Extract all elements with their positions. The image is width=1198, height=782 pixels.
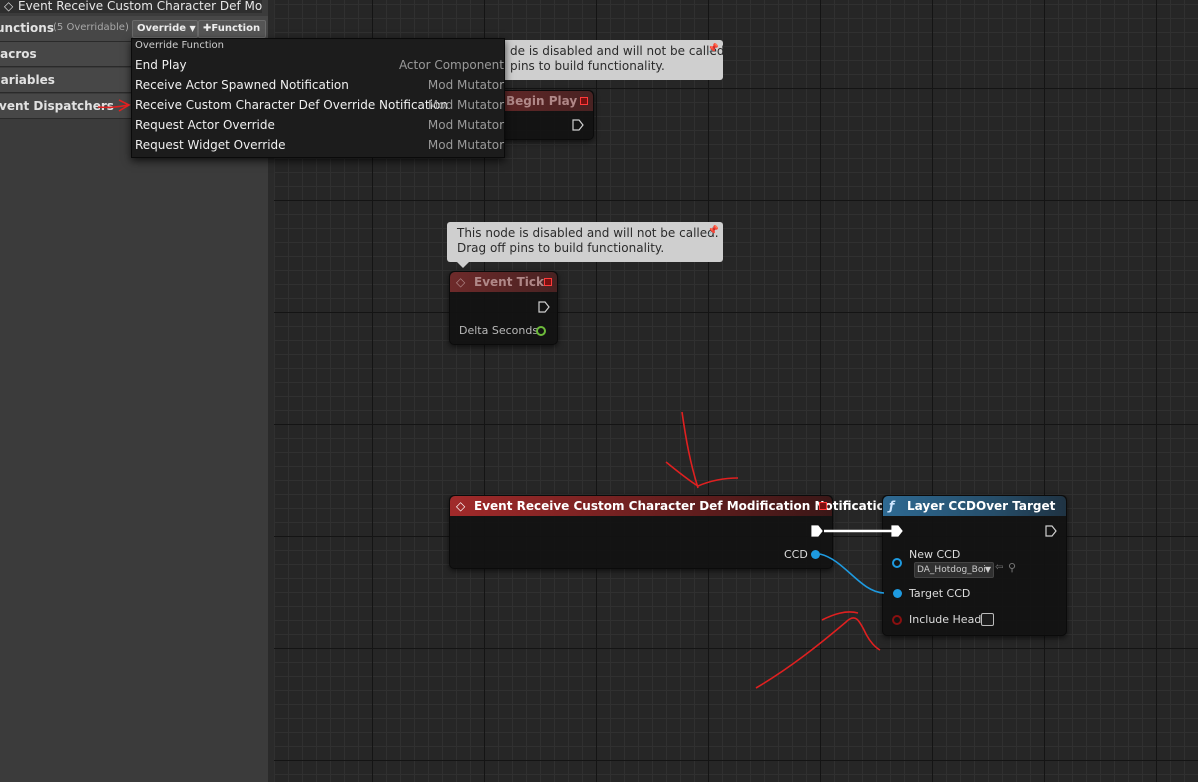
layer-ccd-title: Layer CCDOver Target [907, 499, 1056, 513]
menu-item-category: Mod Mutator [427, 78, 504, 92]
exec-out-pin[interactable] [811, 525, 823, 537]
add-function-button[interactable]: ✚Function [198, 20, 266, 38]
chevron-down-icon: ▼ [189, 24, 196, 33]
menu-item-category: Mod Mutator [427, 98, 504, 112]
begin-play-title: Begin Play [506, 94, 578, 108]
event-tick-header: ◇ Event Tick [450, 272, 557, 292]
menu-item-name: Request Actor Override [135, 118, 275, 132]
delegate-pin[interactable] [580, 97, 588, 105]
macros-label: lacros [0, 47, 37, 61]
menu-header: Override Function [135, 40, 224, 51]
ccd-output-label: CCD [784, 548, 808, 561]
overridable-count: (5 Overridable) [53, 22, 129, 33]
new-ccd-value: DA_Hotdog_Boi [917, 565, 986, 575]
browse-search-icon[interactable]: ⚲ [1008, 561, 1016, 574]
menu-item-receive-custom-character-def[interactable]: Receive Custom Character Def Override No… [132, 95, 504, 115]
menu-item-request-actor-override[interactable]: Request Actor Override Mod Mutator [132, 115, 504, 135]
target-ccd-pin[interactable] [893, 589, 902, 598]
delta-seconds-label: Delta Seconds [459, 324, 539, 337]
menu-item-name: End Play [135, 58, 187, 72]
menu-item-end-play[interactable]: End Play Actor Component [132, 55, 504, 75]
new-ccd-label: New CCD [909, 548, 961, 561]
pin-icon[interactable]: 📌 [708, 224, 719, 239]
function-icon: ƒ [889, 499, 895, 513]
delegate-pin[interactable] [819, 502, 827, 510]
menu-item-name: Request Widget Override [135, 138, 286, 152]
include-head-checkbox[interactable] [981, 613, 994, 626]
layer-ccd-over-target-node[interactable]: ƒ Layer CCDOver Target New CCD DA_Hotdog… [882, 495, 1067, 636]
functions-label: unctions [0, 21, 54, 35]
menu-item-category: Mod Mutator [427, 138, 504, 152]
graph-tab-label: Event Receive Custom Character Def Mo [18, 0, 262, 13]
menu-item-request-widget-override[interactable]: Request Widget Override Mod Mutator [132, 135, 504, 155]
event-icon: ◇ [456, 499, 466, 513]
override-function-menu: Override Function End Play Actor Compone… [131, 38, 505, 158]
new-ccd-pin[interactable] [892, 558, 902, 568]
comment-line-2: Drag off pins to build functionality. [457, 241, 665, 255]
exec-out-pin[interactable] [1045, 525, 1057, 537]
event-tick-node[interactable]: ◇ Event Tick Delta Seconds [449, 271, 558, 345]
menu-item-category: Mod Mutator [427, 118, 504, 132]
variables-label: 'ariables [0, 73, 55, 87]
comment-line-1: This node is disabled and will not be ca… [457, 226, 719, 240]
custom-event-title: Event Receive Custom Character Def Modif… [474, 499, 894, 513]
delta-seconds-pin[interactable] [536, 326, 546, 336]
event-dispatchers-label: vent Dispatchers [0, 99, 114, 113]
comment-line-2: pins to build functionality. [510, 59, 665, 73]
event-tick-title: Event Tick [474, 275, 545, 289]
bubble-tail [457, 262, 469, 268]
menu-item-name: Receive Actor Spawned Notification [135, 78, 349, 92]
graph-tab[interactable]: ◇ Event Receive Custom Character Def Mo [0, 0, 262, 13]
menu-item-receive-actor-spawned[interactable]: Receive Actor Spawned Notification Mod M… [132, 75, 504, 95]
include-head-label: Include Head [909, 613, 982, 626]
custom-event-header: ◇ Event Receive Custom Character Def Mod… [450, 496, 893, 516]
use-selected-arrow-icon[interactable]: ⇦ [995, 562, 1003, 573]
exec-out-pin[interactable] [572, 119, 584, 131]
ccd-output-pin[interactable] [811, 550, 820, 559]
menu-item-name: Receive Custom Character Def Override No… [135, 98, 448, 112]
new-ccd-asset-dropdown[interactable]: DA_Hotdog_Boi ▼ [914, 562, 994, 578]
event-icon: ◇ [456, 275, 466, 289]
custom-event-node[interactable]: ◇ Event Receive Custom Character Def Mod… [449, 495, 893, 569]
exec-in-pin[interactable] [891, 525, 903, 537]
chevron-down-icon: ▼ [984, 565, 991, 574]
disabled-comment-bubble: This node is disabled and will not be ca… [447, 222, 723, 268]
comment-line-1: de is disabled and will not be called. [510, 44, 729, 58]
delegate-pin[interactable] [544, 278, 552, 286]
menu-item-category: Actor Component [398, 58, 504, 72]
layer-ccd-header: ƒ Layer CCDOver Target [883, 496, 1066, 516]
override-button[interactable]: Override ▼ [132, 20, 198, 38]
add-function-label: Function [211, 23, 261, 34]
target-ccd-label: Target CCD [909, 587, 971, 600]
override-button-label: Override [137, 23, 187, 34]
exec-out-pin[interactable] [538, 301, 550, 313]
pin-icon[interactable]: 📌 [708, 42, 719, 57]
include-head-pin[interactable] [892, 615, 902, 625]
event-icon: ◇ [4, 0, 14, 13]
disabled-comment-bubble: de is disabled and will not be called. p… [500, 40, 729, 80]
